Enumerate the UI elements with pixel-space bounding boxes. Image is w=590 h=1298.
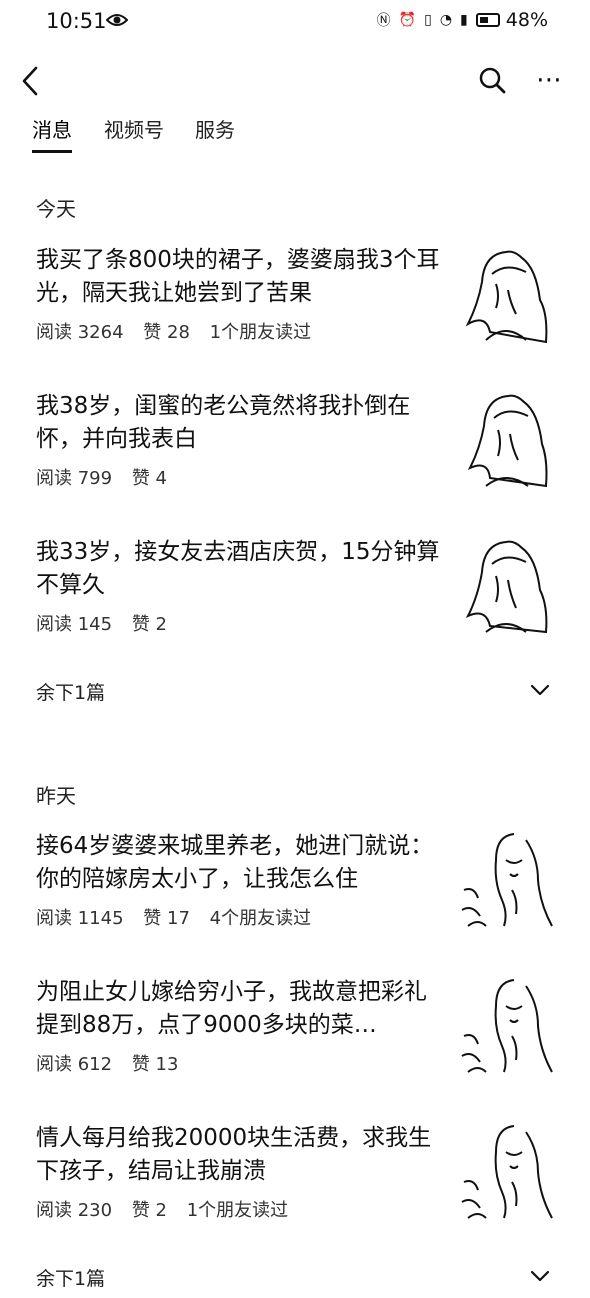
article-title[interactable]: 我买了条800块的裙子，婆婆扇我3个耳光，隔天我让她尝到了苦果: [36, 244, 448, 310]
article-thumbnail[interactable]: [456, 976, 556, 1076]
article-item[interactable]: 接64岁婆婆来城里养老，她进门就说：你的陪嫁房太小了，让我怎么住 阅读 1145…: [0, 830, 590, 950]
article-item[interactable]: 我33岁，接女友去酒店庆贺，15分钟算不算久 阅读 145 赞 2: [0, 536, 590, 656]
section-label-today: 今天: [36, 197, 76, 221]
like-count: 赞 28: [143, 322, 190, 343]
like-count: 赞 17: [143, 908, 190, 929]
article-title[interactable]: 情人每月给我20000块生活费，求我生下孩子，结局让我崩溃: [36, 1122, 448, 1188]
tab-messages[interactable]: 消息: [32, 114, 72, 153]
article-meta: 阅读 230 赞 2 1个朋友读过: [36, 1196, 302, 1222]
article-thumbnail[interactable]: [456, 536, 556, 636]
vibrate-icon: ▯: [424, 12, 432, 28]
nfc-icon: Ⓝ: [376, 13, 391, 29]
friends-read: 4个朋友读过: [209, 908, 312, 929]
article-thumbnail[interactable]: [456, 830, 556, 930]
eye-icon: [106, 14, 128, 26]
chevron-down-icon[interactable]: [530, 1270, 550, 1282]
tab-channels[interactable]: 视频号: [104, 114, 164, 143]
article-title[interactable]: 接64岁婆婆来城里养老，她进门就说：你的陪嫁房太小了，让我怎么住: [36, 830, 448, 896]
chevron-left-icon[interactable]: [18, 64, 42, 98]
article-item[interactable]: 我买了条800块的裙子，婆婆扇我3个耳光，隔天我让她尝到了苦果 阅读 3264 …: [0, 244, 590, 364]
like-count: 赞 4: [131, 468, 167, 489]
like-count: 赞 2: [131, 614, 167, 635]
like-count: 赞 13: [131, 1054, 179, 1075]
tab-services[interactable]: 服务: [195, 114, 235, 143]
article-item[interactable]: 情人每月给我20000块生活费，求我生下孩子，结局让我崩溃 阅读 230 赞 2…: [0, 1122, 590, 1242]
read-count: 阅读 799: [36, 468, 113, 489]
article-thumbnail[interactable]: [456, 244, 556, 344]
page-title: [236, 66, 356, 90]
article-meta: 阅读 799 赞 4: [36, 464, 181, 490]
read-count: 阅读 3264: [36, 322, 124, 343]
article-title[interactable]: 我38岁，闺蜜的老公竟然将我扑倒在怀，并向我表白: [36, 390, 448, 456]
read-count: 阅读 612: [36, 1054, 113, 1075]
section-label-yesterday: 昨天: [36, 784, 76, 808]
battery: 48%: [475, 9, 548, 31]
more-row[interactable]: 余下1篇: [0, 672, 590, 712]
battery-icon: [475, 13, 500, 27]
article-meta: 阅读 1145 赞 17 4个朋友读过: [36, 904, 325, 930]
article-thumbnail[interactable]: [456, 390, 556, 490]
article-item[interactable]: 为阻止女儿嫁给穷小子，我故意把彩礼提到88万，点了9000多块的菜… 阅读 61…: [0, 976, 590, 1096]
friends-read: 1个朋友读过: [186, 1200, 289, 1221]
more-label[interactable]: 余下1篇: [36, 1264, 105, 1291]
read-count: 阅读 1145: [36, 908, 124, 929]
status-time: 10:51: [46, 9, 107, 33]
article-meta: 阅读 145 赞 2: [36, 610, 181, 636]
read-count: 阅读 230: [36, 1200, 113, 1221]
like-count: 赞 2: [131, 1200, 167, 1221]
read-count: 阅读 145: [36, 614, 113, 635]
signal-icon: ▮: [460, 12, 468, 28]
tab-bar: 消息 视频号 服务: [0, 114, 590, 156]
article-meta: 阅读 612 赞 13: [36, 1050, 192, 1076]
status-icons: Ⓝ ⏰ ▯ ◔ ▮ 48%: [377, 9, 548, 31]
search-icon[interactable]: [478, 66, 506, 94]
article-item[interactable]: 我38岁，闺蜜的老公竟然将我扑倒在怀，并向我表白 阅读 799 赞 4: [0, 390, 590, 510]
more-horizontal-icon[interactable]: ⋯: [534, 65, 564, 95]
more-row[interactable]: 余下1篇: [0, 1258, 590, 1298]
article-title[interactable]: 我33岁，接女友去酒店庆贺，15分钟算不算久: [36, 536, 448, 602]
article-title[interactable]: 为阻止女儿嫁给穷小子，我故意把彩礼提到88万，点了9000多块的菜…: [36, 976, 448, 1042]
more-label[interactable]: 余下1篇: [36, 678, 105, 705]
friends-read: 1个朋友读过: [209, 322, 312, 343]
article-thumbnail[interactable]: [456, 1122, 556, 1222]
wifi-icon: ◔: [439, 12, 453, 28]
status-bar: 10:51 Ⓝ ⏰ ▯ ◔ ▮ 48%: [0, 0, 590, 48]
article-meta: 阅读 3264 赞 28 1个朋友读过: [36, 318, 325, 344]
nav-bar: ⋯: [0, 48, 590, 114]
chevron-down-icon[interactable]: [530, 684, 550, 696]
alarm-icon: ⏰: [398, 12, 417, 28]
battery-percent: 48%: [505, 9, 548, 31]
